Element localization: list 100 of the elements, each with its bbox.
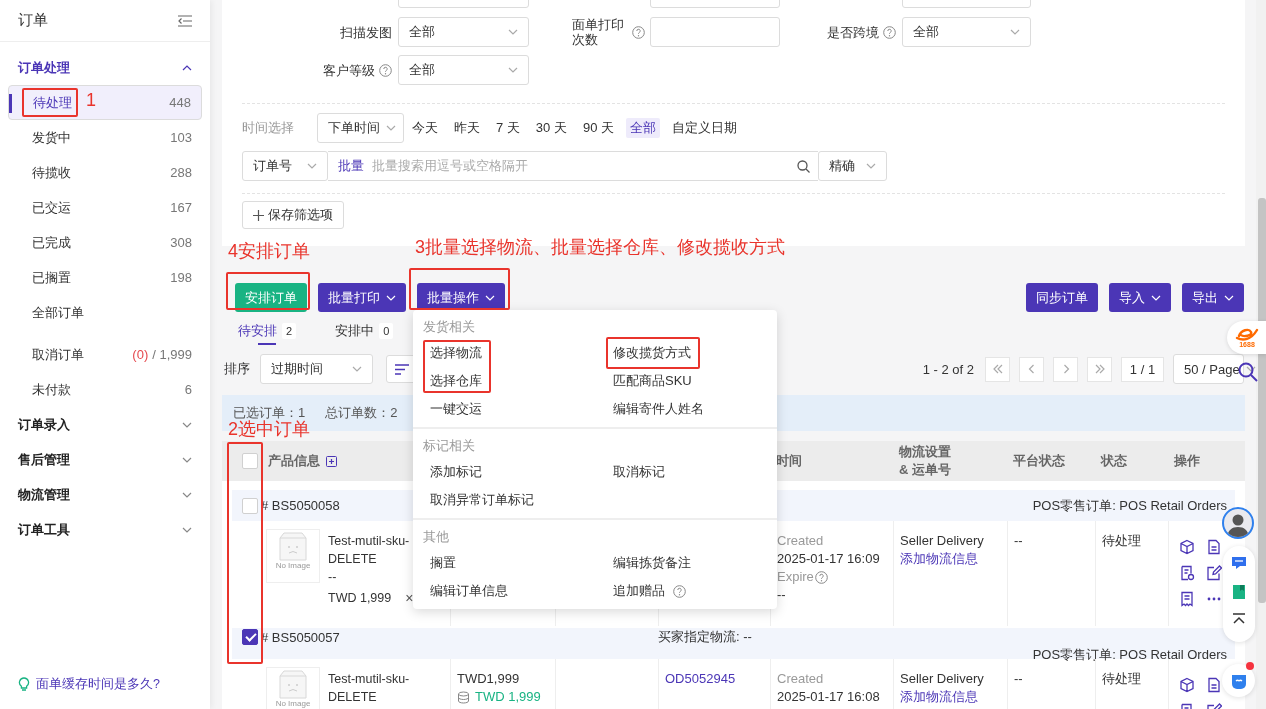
sidebar-item[interactable]: 已搁置 198 bbox=[8, 260, 202, 295]
menu-item[interactable]: 取消异常订单标记 bbox=[413, 486, 596, 514]
item-count: 6 bbox=[184, 382, 192, 397]
menu-group[interactable]: 订单工具 bbox=[0, 512, 210, 547]
select-field[interactable]: 全部 bbox=[398, 55, 529, 85]
sidebar-item[interactable]: 已完成 308 bbox=[8, 225, 202, 260]
column-header: 物流设置 & 运单号 bbox=[899, 443, 952, 479]
time-option[interactable]: 自定义日期 bbox=[668, 118, 741, 138]
cube-icon[interactable] bbox=[1179, 539, 1195, 555]
placeholder-text: No Image bbox=[275, 561, 311, 570]
back-to-top-icon[interactable] bbox=[1231, 613, 1247, 625]
add-logistics-link[interactable]: 添加物流信息 bbox=[900, 689, 978, 704]
page-range: 1 - 2 of 2 bbox=[922, 361, 974, 377]
item-count: 198 bbox=[170, 270, 192, 285]
time-option[interactable]: 30 天 bbox=[531, 118, 571, 138]
select-field[interactable]: 精确 bbox=[818, 151, 887, 181]
sidebar-title: 订单 bbox=[18, 11, 48, 30]
logistics-method: Seller Delivery bbox=[900, 670, 985, 688]
chat-icon[interactable] bbox=[1231, 555, 1247, 571]
chevron-down-icon bbox=[866, 163, 876, 169]
sidebar-item[interactable]: 未付款 6 bbox=[8, 372, 202, 407]
document-icon[interactable] bbox=[1206, 677, 1222, 693]
order-link[interactable]: OD5052945 bbox=[665, 671, 736, 686]
menu-group[interactable]: 售后管理 bbox=[0, 442, 210, 477]
collapse-icon[interactable] bbox=[178, 14, 192, 27]
expire-time: -- bbox=[777, 586, 787, 604]
menu-item[interactable]: 追加赠品 bbox=[596, 577, 777, 605]
menu-item[interactable]: 修改揽货方式 bbox=[596, 339, 777, 367]
annotation-text: 1 bbox=[86, 89, 96, 111]
edit-icon[interactable] bbox=[1206, 565, 1222, 581]
remove-button[interactable]: × bbox=[405, 589, 414, 607]
expand-icon[interactable] bbox=[326, 455, 337, 467]
menu-item[interactable]: 编辑订单信息 bbox=[413, 577, 596, 605]
sidebar-item[interactable]: 取消订单 (0) / 1,999 bbox=[8, 337, 202, 372]
receipt-icon[interactable] bbox=[1179, 591, 1195, 607]
action-button[interactable]: 批量打印 bbox=[318, 283, 406, 312]
select-field[interactable]: 下单时间 bbox=[317, 113, 404, 143]
menu-item[interactable]: 取消标记 bbox=[596, 458, 777, 486]
menu-item[interactable]: 编辑寄件人姓名 bbox=[596, 395, 777, 423]
chevron-down-icon bbox=[508, 29, 518, 35]
menu-group[interactable]: 订单录入 bbox=[0, 407, 210, 442]
paid-amount: TWD 1,999 bbox=[475, 688, 541, 706]
sort-label: 排序 bbox=[224, 360, 250, 378]
menu-section-title: 发货相关 bbox=[422, 318, 476, 336]
checklist-icon[interactable] bbox=[1179, 565, 1195, 581]
menu-item[interactable]: 一键交运 bbox=[413, 395, 596, 423]
annotation-text: 4安排订单 bbox=[228, 240, 310, 262]
time-option[interactable]: 今天 bbox=[408, 118, 442, 138]
select-field[interactable]: 订单号 bbox=[242, 151, 328, 181]
book-icon[interactable] bbox=[1231, 584, 1247, 600]
menu-section-title: 其他 bbox=[422, 528, 450, 546]
page-indicator: 1 / 1 bbox=[1121, 356, 1164, 382]
field-label: 面单打印次数 bbox=[572, 17, 625, 47]
checkbox[interactable] bbox=[242, 629, 258, 645]
menu-item[interactable]: 搁置 bbox=[413, 549, 596, 577]
sidebar-item[interactable]: 全部订单 bbox=[8, 295, 202, 330]
created-label: Created bbox=[777, 532, 825, 550]
select-field[interactable]: 全部 bbox=[902, 17, 1031, 47]
menu-group[interactable]: 订单处理 bbox=[0, 50, 210, 85]
save-filter-button[interactable]: 保存筛选项 bbox=[242, 201, 344, 229]
menu-item[interactable]: 匹配商品SKU bbox=[596, 367, 777, 395]
menu-section-title: 标记相关 bbox=[422, 437, 476, 455]
field-label: 扫描发图 bbox=[340, 24, 392, 40]
sidebar-item[interactable]: 待揽收 288 bbox=[8, 155, 202, 190]
sidebar-item[interactable]: 已交运 167 bbox=[8, 190, 202, 225]
sidebar-item[interactable]: 发货中 103 bbox=[8, 120, 202, 155]
menu-group[interactable]: 物流管理 bbox=[0, 477, 210, 512]
tab[interactable]: 待安排 2 bbox=[238, 318, 297, 344]
chevron-down-icon bbox=[386, 294, 396, 301]
time-option[interactable]: 全部 bbox=[626, 118, 660, 138]
select-field[interactable]: 过期时间 bbox=[260, 354, 373, 384]
created-time: 2025-01-17 16:08 bbox=[777, 688, 881, 706]
time-option[interactable]: 昨天 bbox=[450, 118, 484, 138]
time-option[interactable]: 90 天 bbox=[578, 118, 618, 138]
field-label: 时间选择 bbox=[242, 119, 295, 137]
menu-item[interactable]: 编辑拣货备注 bbox=[596, 549, 777, 577]
menu-item[interactable]: 选择仓库 bbox=[413, 367, 596, 395]
menu-item[interactable]: 添加标记 bbox=[413, 458, 596, 486]
action-button[interactable]: 同步订单 bbox=[1026, 283, 1098, 312]
select-field[interactable]: 全部 bbox=[398, 17, 529, 47]
expire-label: Expire bbox=[777, 568, 814, 586]
tab[interactable]: 安排中 0 bbox=[335, 318, 394, 344]
time-option[interactable]: 7 天 bbox=[492, 118, 524, 138]
document-icon[interactable] bbox=[1206, 539, 1222, 555]
count-badge: 0 bbox=[379, 323, 394, 339]
search-field[interactable]: 批量 批量搜索用逗号或空格隔开 bbox=[328, 151, 818, 181]
menu-item[interactable]: 选择物流 bbox=[413, 339, 596, 367]
column-header: 操作 bbox=[1174, 452, 1200, 470]
chevron-down-icon bbox=[182, 491, 192, 498]
scrollbar[interactable] bbox=[1258, 198, 1266, 603]
help-link[interactable]: 面单缓存时间是多久? bbox=[36, 676, 160, 693]
batch-link[interactable]: 批量 bbox=[338, 157, 364, 175]
action-button[interactable]: 导出 bbox=[1182, 283, 1244, 312]
action-button[interactable]: 导入 bbox=[1109, 283, 1171, 312]
cube-icon[interactable] bbox=[1179, 677, 1195, 693]
add-logistics-link[interactable]: 添加物流信息 bbox=[900, 551, 978, 566]
placeholder-text: No Image bbox=[275, 699, 311, 708]
search-icon[interactable] bbox=[797, 159, 810, 173]
input-field[interactable] bbox=[650, 17, 780, 47]
search-icon[interactable] bbox=[1238, 362, 1258, 382]
